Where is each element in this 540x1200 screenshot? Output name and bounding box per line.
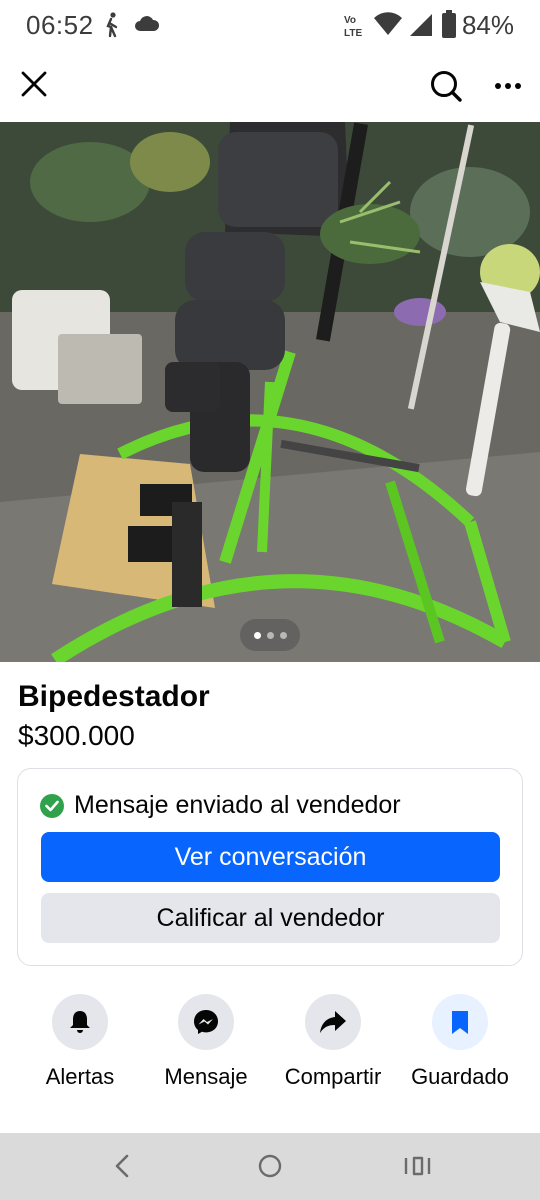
check-circle-icon — [40, 793, 64, 818]
alerts-circle — [52, 994, 108, 1050]
status-time: 06:52 — [26, 10, 94, 40]
view-conversation-button[interactable]: Ver conversación — [41, 832, 500, 882]
home-button[interactable] — [256, 1151, 284, 1186]
message-button[interactable]: Mensaje — [141, 994, 271, 1090]
svg-text:LTE: LTE — [344, 28, 362, 38]
message-sent-row: Mensaje enviado al vendedor — [40, 791, 401, 820]
saved-label: Guardado — [411, 1064, 509, 1089]
svg-text:Vo: Vo — [344, 15, 356, 26]
back-icon — [115, 1154, 129, 1178]
top-bar — [0, 50, 540, 122]
page-dot — [266, 631, 274, 639]
volte-icon: Vo LTE — [344, 14, 366, 41]
search-icon — [431, 71, 462, 102]
recents-button[interactable] — [402, 1151, 432, 1186]
recents-icon — [404, 1156, 431, 1176]
cloud-icon — [134, 14, 160, 37]
rate-seller-button[interactable]: Calificar al vendedor — [41, 893, 500, 943]
messenger-icon — [194, 1010, 218, 1034]
saved-button[interactable]: Guardado — [395, 994, 525, 1090]
status-bar: 06:52 Vo LTE 84% — [0, 0, 540, 50]
message-circle — [178, 994, 234, 1050]
saved-circle — [432, 994, 488, 1050]
battery-icon — [442, 10, 456, 43]
message-card: Mensaje enviado al vendedor Ver conversa… — [17, 768, 523, 966]
share-button[interactable]: Compartir — [268, 994, 398, 1090]
message-sent-text: Mensaje enviado al vendedor — [74, 791, 401, 819]
signal-icon — [408, 12, 434, 43]
close-button[interactable] — [14, 64, 54, 104]
more-button[interactable] — [488, 64, 528, 108]
bookmark-icon — [452, 1011, 468, 1034]
system-nav-bar — [0, 1133, 540, 1200]
wifi-icon — [373, 12, 403, 41]
listing-price: $300.000 — [18, 720, 135, 751]
alerts-button[interactable]: Alertas — [15, 994, 145, 1090]
home-icon — [258, 1154, 282, 1178]
photo-page-indicator — [240, 619, 300, 651]
listing-photo[interactable] — [0, 122, 540, 662]
alerts-label: Alertas — [45, 1064, 115, 1089]
listing-title: Bipedestador — [18, 680, 210, 713]
battery-percent: 84% — [461, 10, 514, 40]
share-icon — [320, 1011, 346, 1033]
back-button[interactable] — [112, 1151, 132, 1186]
bell-icon — [70, 1011, 90, 1033]
search-button[interactable] — [424, 64, 468, 108]
walking-icon — [102, 12, 122, 43]
share-label: Compartir — [284, 1064, 382, 1089]
page-dot — [279, 631, 287, 639]
message-label: Mensaje — [164, 1064, 248, 1089]
share-circle — [305, 994, 361, 1050]
page-dot — [253, 631, 261, 639]
close-icon — [21, 71, 47, 97]
more-icon — [495, 83, 521, 89]
action-row: Alertas Mensaje Compartir Guardado — [0, 994, 540, 1104]
